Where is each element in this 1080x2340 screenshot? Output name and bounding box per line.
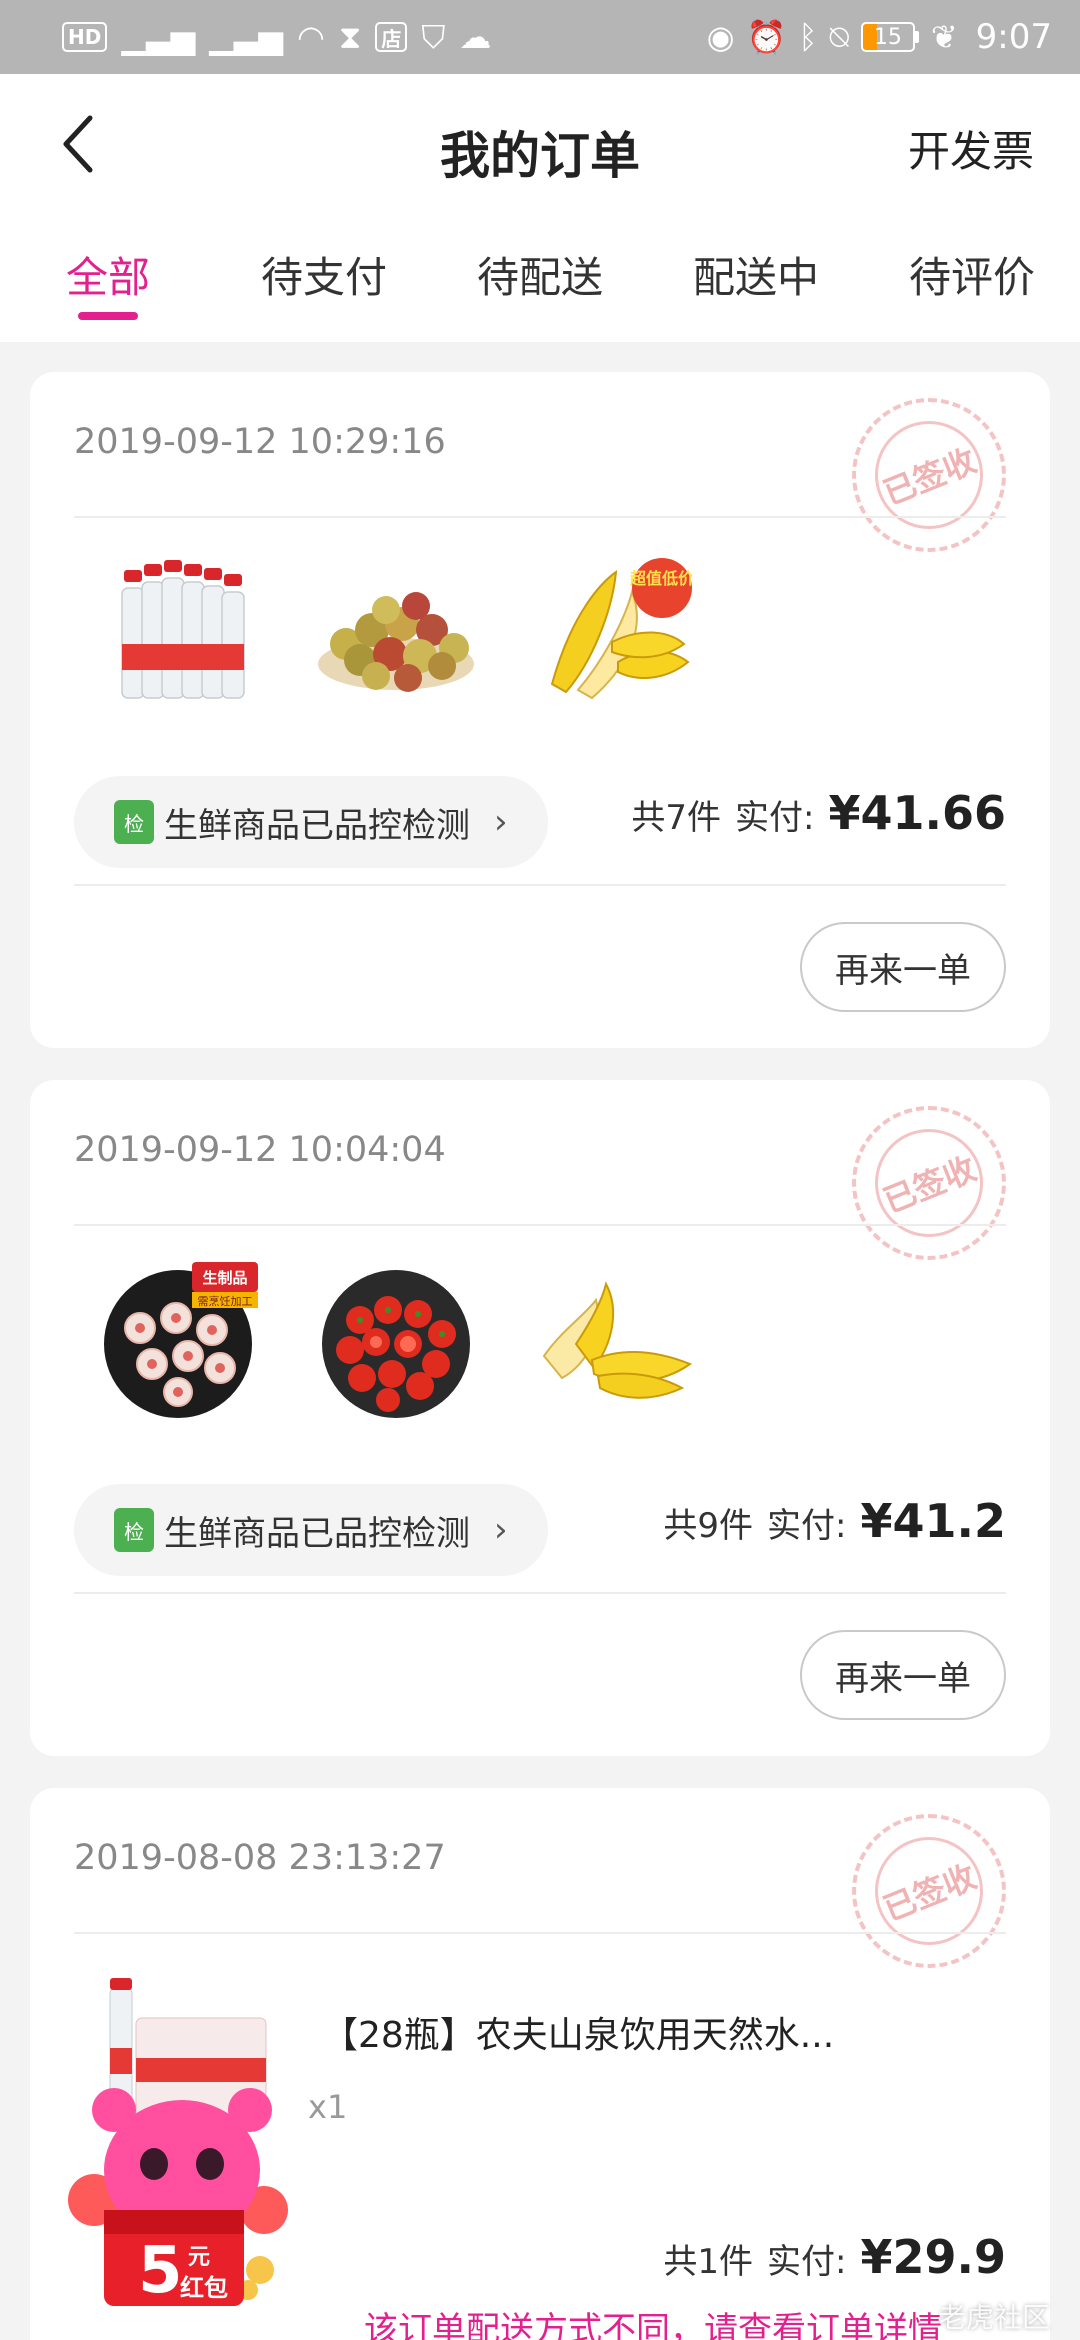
tab-label: 待支付 [260, 253, 387, 302]
order-card[interactable]: 2019-09-12 10:04:04 已签收 生制品 需烹饪加工 检 生鲜商品… [30, 1080, 1050, 1756]
hourglass-icon: ⧗ [338, 18, 362, 56]
paid-amount: ¥41.66 [828, 786, 1006, 840]
watermark: 老虎社区 [937, 2301, 1050, 2334]
paid-label: 实付: [767, 2242, 847, 2282]
quality-check-icon: 检 [114, 1508, 154, 1552]
eye-icon: ◉ [706, 18, 735, 56]
wifi-icon: ◠ [297, 18, 325, 56]
product-thumbnails: 生制品 需烹饪加工 [100, 1260, 693, 1420]
order-summary: 共9件 实付: ¥41.2 [663, 1494, 1006, 1548]
tab-label: 待配送 [476, 253, 603, 302]
tab-label: 全部 [65, 253, 150, 302]
quality-check-icon: 检 [114, 800, 154, 844]
tab-label: 待评价 [908, 253, 1035, 302]
red-packet-label: 红包 [180, 2274, 228, 2302]
delivery-notice[interactable]: 该订单配送方式不同，请查看订单详情 [364, 2302, 942, 2340]
order-card[interactable]: 2019-09-12 10:29:16 已签收 超值低价 检 生鲜商品已品控检测… [30, 372, 1050, 1048]
meatball-image[interactable]: 生制品 需烹饪加工 [100, 1260, 260, 1420]
red-packet-promo[interactable]: 5 元 红包 [64, 2060, 294, 2310]
store-icon: 店 [375, 22, 408, 52]
item-count: 共1件 [663, 2242, 754, 2282]
tomato-image[interactable] [316, 1260, 476, 1420]
battery-icon: 15 [860, 22, 919, 52]
hd-indicator: HD [62, 22, 108, 52]
quality-check-pill[interactable]: 检 生鲜商品已品控检测 › [74, 1484, 548, 1576]
divider [74, 1932, 1006, 1934]
reorder-button[interactable]: 再来一单 [800, 922, 1006, 1012]
product-quantity: x1 [308, 2088, 348, 2126]
order-summary: 共7件 实付: ¥41.66 [631, 786, 1006, 840]
tab-active-indicator [78, 312, 138, 320]
mute-icon: ⍉ [829, 18, 849, 56]
signed-stamp: 已签收 [852, 1814, 1006, 1968]
tab-pending-delivery[interactable]: 待配送 [432, 214, 648, 342]
paid-amount: ¥29.9 [860, 2230, 1006, 2284]
tab-pending-review[interactable]: 待评价 [864, 214, 1080, 342]
alarm-icon: ⏰ [746, 18, 787, 56]
item-count: 共9件 [663, 1506, 754, 1546]
order-time: 2019-09-12 10:29:16 [74, 422, 446, 462]
signed-stamp: 已签收 [852, 1106, 1006, 1260]
wechat-icon: ☁ [459, 18, 492, 56]
tab-all[interactable]: 全部 [0, 214, 216, 342]
chevron-right-icon: › [494, 1510, 508, 1550]
item-count: 共7件 [631, 798, 722, 838]
water-bottles-image[interactable] [100, 552, 260, 712]
order-time: 2019-09-12 10:04:04 [74, 1130, 446, 1170]
order-summary: 共1件 实付: ¥29.9 [663, 2230, 1006, 2284]
signal-4g-icon: ▁▃▅ [121, 18, 196, 56]
promo-badge: 生制品 [202, 1269, 247, 1287]
stamp-text: 已签收 [878, 1857, 982, 1929]
clock: 9:07 [975, 17, 1052, 57]
battery-level: 15 [860, 22, 915, 52]
divider [74, 516, 1006, 518]
product-name[interactable]: 【28瓶】农夫山泉饮用天然水... [322, 2006, 834, 2058]
order-tabs: 全部 待支付 待配送 配送中 待评价 [0, 214, 1080, 342]
shield-icon: ⛉ [421, 18, 446, 56]
banana-image[interactable] [532, 1260, 693, 1420]
stamp-text: 已签收 [878, 441, 982, 513]
promo-badge: 超值低价 [629, 569, 692, 588]
quality-check-label: 生鲜商品已品控检测 [164, 805, 470, 846]
paid-amount: ¥41.2 [860, 1494, 1006, 1548]
stamp-text: 已签收 [878, 1149, 982, 1221]
red-packet-unit: 元 [188, 2245, 210, 2270]
status-bar: HD ▁▃▅ ▁▃▅ ◠ ⧗ 店 ⛉ ☁ ◉ ⏰ ᛒ ⍉ 15 ❦ 9:07 [0, 0, 1080, 74]
bluetooth-icon: ᛒ [798, 18, 818, 56]
banana-image[interactable]: 超值低价 [532, 552, 695, 712]
red-packet-amount: 5 [138, 2234, 183, 2308]
reorder-button[interactable]: 再来一单 [800, 1630, 1006, 1720]
invoice-button[interactable]: 开发票 [908, 118, 1034, 179]
back-arrow-icon[interactable] [48, 114, 108, 174]
order-time: 2019-08-08 23:13:27 [74, 1838, 446, 1878]
signal-4g-icon-2: ▁▃▅ [209, 18, 283, 56]
quality-check-label: 生鲜商品已品控检测 [164, 1513, 470, 1554]
paid-label: 实付: [767, 1506, 847, 1546]
divider [74, 1592, 1006, 1594]
signed-stamp: 已签收 [852, 398, 1006, 552]
tab-pending-payment[interactable]: 待支付 [216, 214, 432, 342]
quality-check-pill[interactable]: 检 生鲜商品已品控检测 › [74, 776, 548, 868]
product-thumbnails: 超值低价 [100, 552, 695, 712]
chevron-right-icon: › [494, 802, 508, 842]
leaf-icon: ❦ [930, 18, 958, 56]
divider [74, 1224, 1006, 1226]
promo-subtitle: 需烹饪加工 [198, 1294, 253, 1308]
tab-delivering[interactable]: 配送中 [648, 214, 864, 342]
header: 我的订单 开发票 [0, 74, 1080, 214]
tab-label: 配送中 [692, 253, 819, 302]
jujube-image[interactable] [316, 552, 476, 712]
paid-label: 实付: [735, 798, 815, 838]
divider [74, 884, 1006, 886]
